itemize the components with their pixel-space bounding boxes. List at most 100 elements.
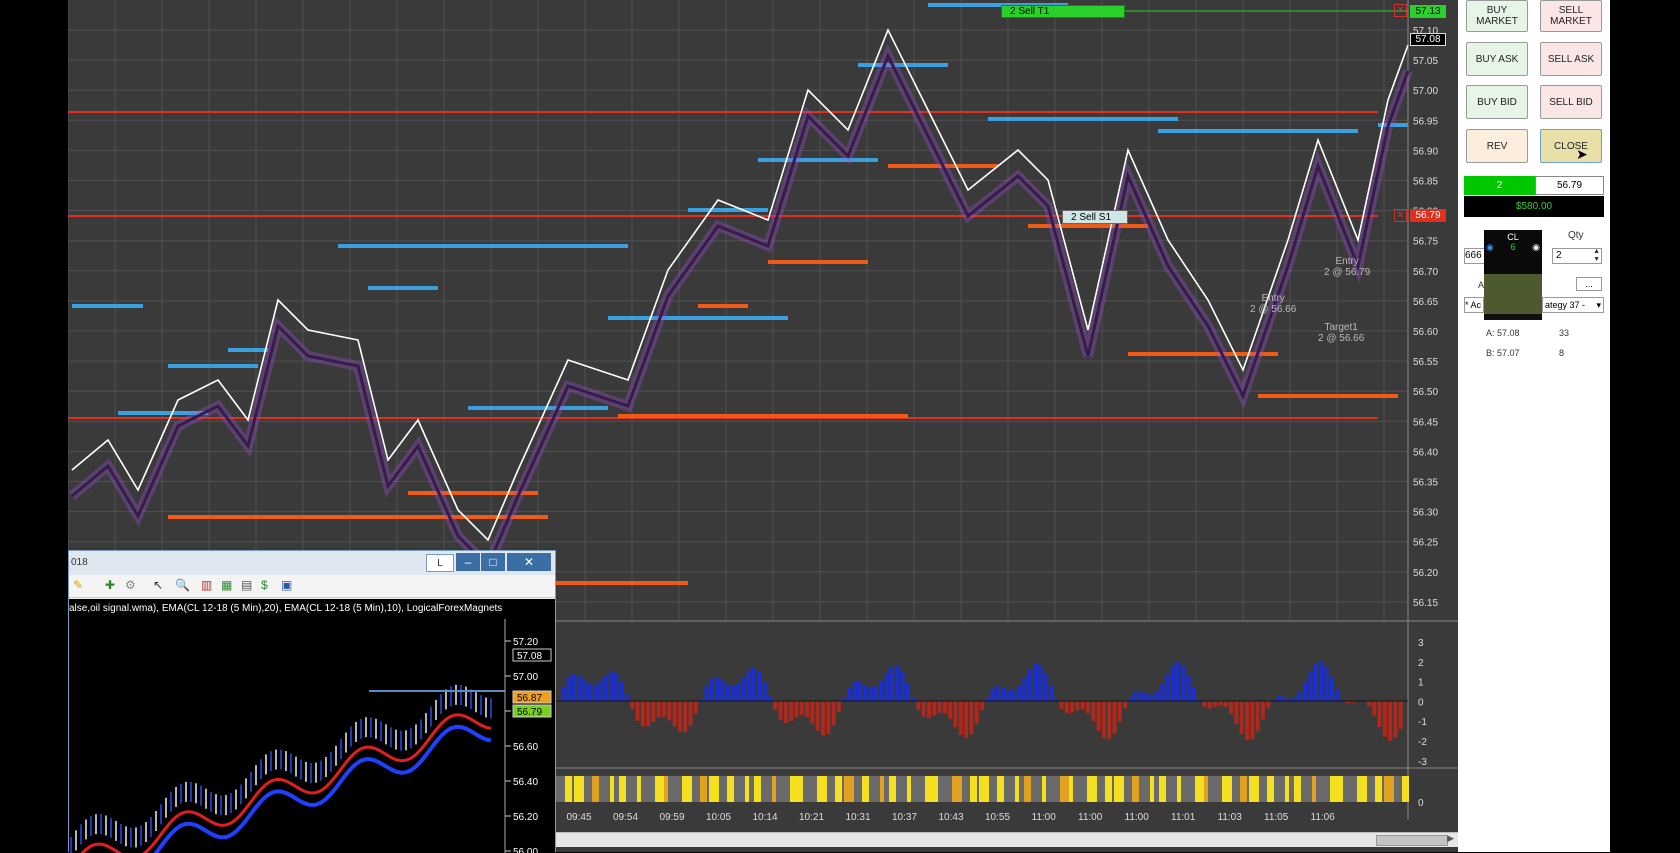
osc-histogram-bar xyxy=(927,701,931,718)
mini-chart-window[interactable]: 018 L – □ ✕ ✎ ✚ ⚙ ↖ 🔍 ▥ ▦ ▤ $ ▣ alse,oil… xyxy=(68,550,556,852)
osc-histogram-bar xyxy=(1075,701,1079,710)
osc-histogram-bar xyxy=(901,672,905,701)
osc-histogram-bar xyxy=(1086,701,1090,713)
signal-bar xyxy=(1267,776,1274,802)
mini-price-chart[interactable]: alse,oil signal.wma), EMA(CL 12-18 (5 Mi… xyxy=(69,599,555,853)
osc-histogram-bar xyxy=(689,701,693,726)
mini-y-tick-label: 56.00 xyxy=(513,847,538,853)
osc-histogram-bar xyxy=(561,687,565,701)
pencil-icon[interactable]: ✎ xyxy=(73,578,83,592)
osc-histogram-bar xyxy=(710,679,714,701)
strategy-select[interactable]: ategy 37 - ▾ xyxy=(1542,297,1604,313)
signal-bar xyxy=(997,776,1004,802)
osc-histogram-bar xyxy=(1208,701,1212,709)
sell-bid-button[interactable]: SELL BID xyxy=(1540,85,1602,119)
position-avg-price: 56.79 xyxy=(1535,176,1604,195)
sell-s1-order-tag[interactable]: 2 Sell S1 xyxy=(1062,210,1128,224)
sell-s1-cancel-icon[interactable]: ✕ xyxy=(1394,209,1407,222)
maximize-icon[interactable]: □ xyxy=(481,553,505,571)
signal-bar xyxy=(754,776,761,802)
time-tick-label: 11:00 xyxy=(1078,812,1103,823)
bid-size: 8 xyxy=(1559,348,1564,358)
more-options-button[interactable]: ... xyxy=(1576,277,1602,291)
add-indicator-icon[interactable]: ✚ xyxy=(105,578,115,592)
account-select[interactable]: * Ac xyxy=(1464,297,1484,313)
y-tick-label: 57.05 xyxy=(1413,56,1438,67)
qty-input[interactable]: 2 ▲▼ xyxy=(1552,248,1602,264)
osc-histogram-bar xyxy=(673,701,677,726)
signal-bar xyxy=(1105,776,1112,802)
osc-histogram-bar xyxy=(630,701,634,709)
signal-bar xyxy=(1222,776,1232,802)
signal-bar xyxy=(1069,776,1073,802)
osc-histogram-bar xyxy=(1203,701,1207,707)
candles-icon[interactable]: ▦ xyxy=(221,578,232,592)
chart-horizontal-scrollbar[interactable]: ▶ xyxy=(556,832,1458,847)
osc-histogram-bar xyxy=(731,686,735,701)
mini-price-tag-label: 56.79 xyxy=(517,707,542,718)
osc-histogram-bar xyxy=(1314,663,1318,701)
table-icon[interactable]: ▣ xyxy=(281,578,292,592)
mini-chart-toolbar: ✎ ✚ ⚙ ↖ 🔍 ▥ ▦ ▤ $ ▣ xyxy=(69,575,555,598)
osc-histogram-bar xyxy=(932,701,936,716)
osc-histogram-bar xyxy=(795,701,799,717)
last-price: 57.08 xyxy=(1415,34,1440,45)
left-field-input[interactable]: 666 xyxy=(1464,248,1486,264)
mini-window-titlebar[interactable]: 018 L – □ ✕ xyxy=(69,551,555,575)
osc-histogram-bar xyxy=(1038,665,1042,701)
buy-ask-button[interactable]: BUY ASK xyxy=(1466,42,1528,76)
mini-blue-magnet-line xyxy=(71,727,491,853)
time-tick-label: 10:55 xyxy=(985,812,1010,823)
sell-market-button[interactable]: SELL MARKET xyxy=(1540,0,1602,32)
osc-histogram-bar xyxy=(869,688,873,701)
qty-spinner-icon[interactable]: ▲▼ xyxy=(1593,248,1600,264)
osc-histogram-bar xyxy=(1097,701,1101,731)
buy-market-button[interactable]: BUY MARKET xyxy=(1466,0,1528,32)
osc-histogram-bar xyxy=(614,673,618,701)
scroll-right-icon[interactable]: ▶ xyxy=(1447,833,1454,844)
instrument-selector[interactable]: CL ◉ 6 ◉ xyxy=(1484,230,1542,320)
minimize-icon[interactable]: – xyxy=(456,553,480,571)
mini-y-tick-label: 56.40 xyxy=(513,777,538,788)
osc-histogram-bar xyxy=(694,701,698,714)
sell-t1-order-tag[interactable]: 2 Sell T1 xyxy=(1001,5,1125,18)
osc-histogram-bar xyxy=(885,673,889,701)
instrument-right-icon[interactable]: ◉ xyxy=(1532,242,1540,253)
osc-histogram-bar xyxy=(980,701,984,710)
sell-ask-button[interactable]: SELL ASK xyxy=(1540,42,1602,76)
entry-marker-2: Entry 2 @ 56.66 xyxy=(1250,293,1296,315)
osc-histogram-bar xyxy=(991,689,995,701)
signal-bar xyxy=(565,776,572,802)
buy-bid-label: BUY BID xyxy=(1477,97,1517,108)
position-quantity: 2 xyxy=(1464,176,1535,195)
signal-bar xyxy=(799,776,803,802)
close-icon[interactable]: ✕ xyxy=(507,553,551,571)
osc-histogram-bar xyxy=(800,701,804,715)
buy-bid-button[interactable]: BUY BID xyxy=(1466,85,1528,119)
account-label: A xyxy=(1478,280,1484,290)
osc-histogram-bar xyxy=(715,677,719,701)
sell-t1-cancel-icon[interactable]: ✕ xyxy=(1394,4,1407,17)
bars-icon[interactable]: ▥ xyxy=(201,578,212,592)
reverse-button[interactable]: REV xyxy=(1466,129,1528,163)
ask-label: A: 57.08 xyxy=(1486,328,1520,338)
chart-trader-panel: BUY MARKET SELL MARKET BUY ASK SELL ASK … xyxy=(1458,0,1610,852)
link-button[interactable]: L xyxy=(426,554,454,572)
target1-label: Target1 xyxy=(1318,322,1364,333)
instrument-left-icon[interactable]: ◉ xyxy=(1486,242,1494,253)
signal-bar xyxy=(862,776,869,802)
strategy-icon[interactable]: ⚙ xyxy=(125,578,136,592)
signal-bar xyxy=(1087,776,1097,802)
y-tick-label: 56.35 xyxy=(1413,478,1438,489)
close-position-button[interactable]: CLOSE xyxy=(1540,129,1602,163)
pointer-icon[interactable]: ↖ xyxy=(153,578,163,592)
osc-histogram-bar xyxy=(959,701,963,735)
signal-bar xyxy=(592,776,599,802)
zoom-icon[interactable]: 🔍 xyxy=(175,578,190,592)
ask-size: 33 xyxy=(1559,328,1569,338)
osc-histogram-bar xyxy=(863,685,867,701)
buy-ask-label: BUY ASK xyxy=(1476,54,1519,65)
scrollbar-thumb[interactable] xyxy=(1376,835,1448,846)
grid-icon[interactable]: ▤ xyxy=(241,578,252,592)
dollar-icon[interactable]: $ xyxy=(261,578,268,592)
